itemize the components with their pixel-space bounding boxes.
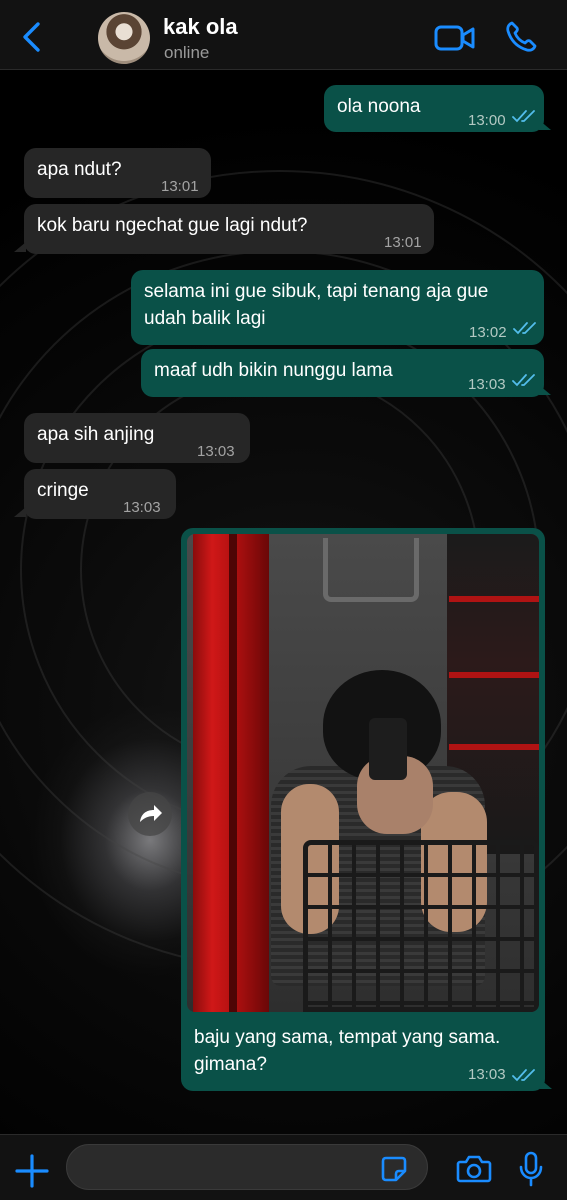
contact-status: online [164,43,210,62]
bubble-tail [540,1079,552,1089]
message-text: apa sih anjing [37,424,155,445]
bubble-tail [539,120,551,130]
message-input[interactable] [66,1144,428,1190]
microphone-icon[interactable] [518,1151,544,1187]
forward-button[interactable] [128,792,172,836]
bubble-tail [14,507,26,517]
message-time: 13:03 [468,376,506,393]
outgoing-message[interactable]: maaf udh bikin nunggu lama 13:03 [141,349,544,397]
message-text: ola noona [337,96,421,117]
contact-avatar[interactable] [98,12,150,64]
incoming-message[interactable]: kok baru ngechat gue lagi ndut? 13:01 [24,204,434,254]
composer-bar [0,1134,567,1200]
bubble-tail [539,385,551,395]
message-time: 13:03 [468,1066,506,1083]
plus-icon[interactable] [14,1153,50,1189]
photo-rack-bar [449,672,539,678]
outgoing-message[interactable]: ola noona 13:00 [324,85,544,132]
forward-arrow-icon [140,805,162,822]
message-text: apa ndut? [37,159,122,180]
bubble-tail [14,242,26,252]
message-text: kok baru ngechat gue lagi ndut? [37,215,308,236]
photo-rack-bar [449,744,539,750]
photo-pillar-shadow [229,534,237,1012]
message-text: maaf udh bikin nunggu lama [154,360,393,381]
phone-call-icon[interactable] [504,20,538,54]
photo-phone [369,718,407,780]
sticker-icon[interactable] [380,1155,408,1183]
photo-cage [303,840,539,1012]
photo-rack-bar [449,596,539,602]
video-call-icon[interactable] [434,22,476,54]
read-ticks-icon [513,322,536,335]
read-ticks-icon [512,374,535,387]
message-time: 13:02 [469,324,507,341]
chat-header: kak ola online [0,0,567,70]
read-ticks-icon [512,1069,535,1082]
message-text: selama ini gue sibuk, tapi tenang aja gu… [144,281,489,329]
read-ticks-icon [512,110,535,123]
camera-icon[interactable] [456,1154,492,1184]
incoming-message[interactable]: cringe 13:03 [24,469,176,519]
message-time: 13:03 [123,499,161,516]
incoming-message[interactable]: apa ndut? 13:01 [24,148,211,198]
message-text: cringe [37,480,89,501]
photo-caption: baju yang sama, tempat yang sama. gimana… [194,1027,501,1075]
shared-photo[interactable] [187,534,539,1012]
message-time: 13:01 [384,234,422,251]
message-time: 13:01 [161,178,199,195]
outgoing-photo-message[interactable]: baju yang sama, tempat yang sama. gimana… [181,528,545,1091]
back-chevron-icon[interactable] [18,20,46,54]
message-time: 13:03 [197,443,235,460]
outgoing-message[interactable]: selama ini gue sibuk, tapi tenang aja gu… [131,270,544,345]
contact-name[interactable]: kak ola [163,14,238,40]
message-time: 13:00 [468,112,506,129]
photo-handle [323,538,419,602]
incoming-message[interactable]: apa sih anjing 13:03 [24,413,250,463]
